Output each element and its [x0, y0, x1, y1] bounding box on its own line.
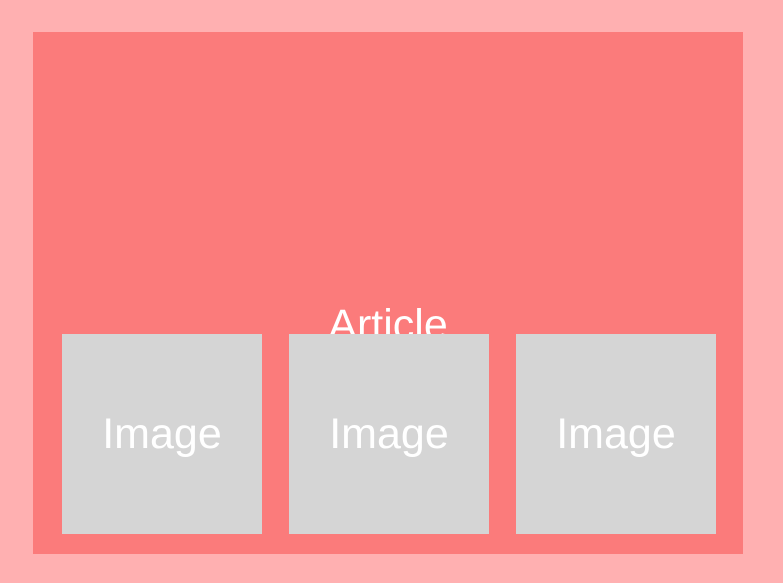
- image-placeholder-1: Image: [62, 334, 262, 534]
- image-label-1: Image: [102, 409, 222, 458]
- image-placeholder-3: Image: [516, 334, 716, 534]
- image-placeholder-2: Image: [289, 334, 489, 534]
- image-label-3: Image: [556, 409, 676, 458]
- image-label-2: Image: [329, 409, 449, 458]
- article-container: Article Image Image Image: [33, 32, 743, 554]
